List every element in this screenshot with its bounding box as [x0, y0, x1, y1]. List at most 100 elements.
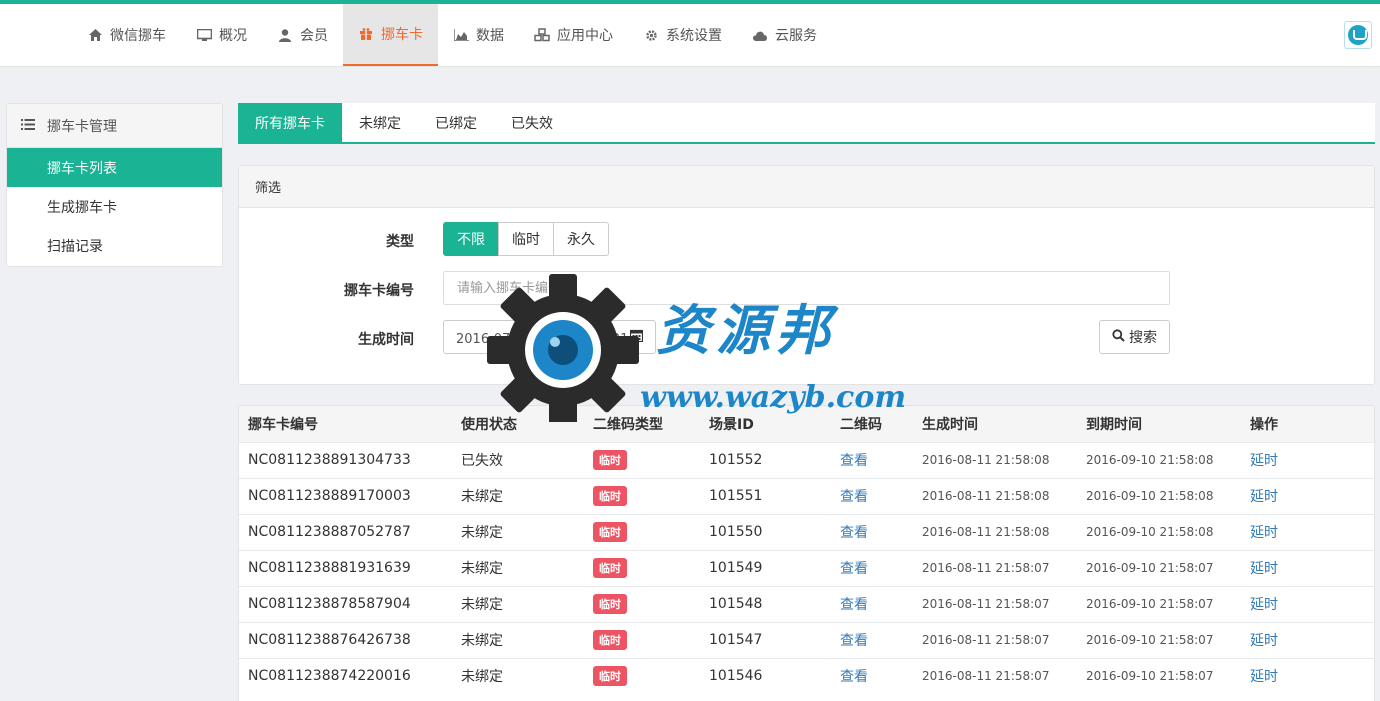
table-cell: 未绑定: [452, 657, 584, 694]
gear-icon: [643, 28, 659, 42]
table-row: NC0811238891304733 已失效 临时 101552 查看 2016-08-1…: [239, 441, 1374, 478]
table-cell: 2016-08-11 21:58:08: [913, 477, 1077, 514]
date-range-picker[interactable]: 2016-07-10 至 2016-08-21: [443, 320, 656, 354]
card-number-input[interactable]: [443, 271, 1170, 305]
tab-unbound[interactable]: 未绑定: [342, 103, 418, 142]
cell-qr-type: 临时: [593, 666, 627, 687]
nav-item-members[interactable]: 会员: [262, 4, 343, 66]
table-cell: NC0811238878587904: [239, 585, 452, 622]
cell-created-time: 2016-08-11 21:58:07: [922, 669, 1050, 684]
table-cell: 临时: [584, 549, 700, 586]
extend-link[interactable]: 延时: [1250, 561, 1278, 577]
table-cell: 2016-09-10 21:58:07: [1077, 621, 1241, 658]
type-option-any[interactable]: 不限: [443, 222, 499, 256]
nav-item-system-settings[interactable]: 系统设置: [628, 4, 737, 66]
cell-expire-time: 2016-09-10 21:58:08: [1086, 489, 1214, 503]
monitor-icon: [196, 28, 212, 42]
card-table: 挪车卡编号 使用状态 二维码类型 场景ID 二维码 生成时间 到期时间 操作 N…: [238, 405, 1375, 701]
gift-icon: [358, 27, 374, 41]
cell-scene-id: 101546: [709, 668, 763, 685]
table-cell: 查看: [831, 513, 913, 550]
tab-bound[interactable]: 已绑定: [418, 103, 494, 142]
table-row: NC0811238887052787 未绑定 临时 101550 查看 2016-08-1…: [239, 513, 1374, 550]
nav-item-weixin-nuoche[interactable]: 微信挪车: [72, 4, 181, 66]
table-cell: 2016-09-10 21:58:07: [1077, 657, 1241, 694]
table-cell: 查看: [831, 549, 913, 586]
sidebar-item-generate-card[interactable]: 生成挪车卡: [7, 187, 222, 226]
extend-link[interactable]: 延时: [1250, 525, 1278, 541]
nav-item-label: 微信挪车: [110, 28, 166, 44]
search-button-label: 搜索: [1129, 330, 1157, 346]
view-qr-link[interactable]: 查看: [840, 561, 868, 577]
extend-link[interactable]: 延时: [1250, 669, 1278, 685]
type-option-temporary[interactable]: 临时: [498, 222, 554, 256]
cell-status: 未绑定: [461, 561, 503, 577]
view-qr-link[interactable]: 查看: [840, 633, 868, 649]
nav-item-app-center[interactable]: 应用中心: [519, 4, 628, 66]
view-qr-link[interactable]: 查看: [840, 669, 868, 685]
nav-item-label: 系统设置: [666, 28, 722, 44]
tab-all-cards[interactable]: 所有挪车卡: [238, 103, 342, 142]
col-header-status: 使用状态: [452, 406, 584, 442]
table-cell: 延时: [1241, 477, 1374, 514]
date-range-value: 2016-07-10 至 2016-08-21: [456, 331, 629, 347]
view-qr-link[interactable]: 查看: [840, 597, 868, 613]
table-cell: 延时: [1241, 549, 1374, 586]
col-header-qr-type: 二维码类型: [584, 406, 700, 442]
cell-status: 未绑定: [461, 669, 503, 686]
extend-link[interactable]: 延时: [1250, 489, 1278, 505]
nav-item-nuoche-card[interactable]: 挪车卡: [343, 4, 438, 66]
extend-link[interactable]: 延时: [1250, 633, 1278, 649]
cubes-icon: [534, 28, 550, 42]
cell-created-time: 2016-08-11 21:58:08: [922, 489, 1050, 503]
cell-qr-type: 临时: [593, 450, 627, 470]
table-cell: 2016-08-11 21:58:07: [913, 585, 1077, 622]
table-cell: 查看: [831, 477, 913, 514]
search-button[interactable]: 搜索: [1099, 320, 1170, 354]
table-cell: NC0811238881931639: [239, 549, 452, 586]
extend-link[interactable]: 延时: [1250, 597, 1278, 613]
card-number-label: 挪车卡编号: [344, 283, 414, 299]
table-cell: 101551: [700, 477, 831, 514]
table-cell: 2016-08-11 21:58:07: [913, 621, 1077, 658]
cell-card-number: NC0811238878587904: [248, 596, 411, 612]
table-cell: 2016-09-10 21:58:07: [1077, 549, 1241, 586]
table-cell: 2016-09-10 21:58:08: [1077, 441, 1241, 478]
cloud-icon: [752, 28, 768, 42]
table-cell: 延时: [1241, 513, 1374, 550]
cell-card-number: NC0811238889170003: [248, 488, 411, 504]
view-qr-link[interactable]: 查看: [840, 489, 868, 505]
table-cell: 101547: [700, 621, 831, 658]
sidebar-item-card-list[interactable]: 挪车卡列表: [7, 148, 222, 187]
cell-qr-type: 临时: [593, 486, 627, 506]
nav-item-label: 概况: [219, 28, 247, 44]
table-row: NC0811238878587904 未绑定 临时 101548 查看 2016-08-1…: [239, 585, 1374, 622]
extend-link[interactable]: 延时: [1250, 453, 1278, 469]
table-cell: 查看: [831, 621, 913, 658]
tab-expired[interactable]: 已失效: [494, 103, 570, 142]
table-cell: NC0811238876426738: [239, 621, 452, 658]
cell-scene-id: 101550: [709, 524, 763, 540]
table-cell: 未绑定: [452, 585, 584, 622]
table-cell: 101548: [700, 585, 831, 622]
nav-item-data[interactable]: 数据: [438, 4, 519, 66]
type-option-permanent[interactable]: 永久: [553, 222, 609, 256]
sidebar-item-label: 挪车卡列表: [47, 160, 117, 177]
sidebar-item-scan-records[interactable]: 扫描记录: [7, 226, 222, 265]
cell-card-number: NC0811238891304733: [248, 452, 411, 468]
table-cell: 2016-08-11 21:58:07: [913, 657, 1077, 694]
search-icon: [1112, 328, 1125, 346]
app-logo-button[interactable]: [1344, 21, 1372, 49]
main-nav: 微信挪车 概况 会员 挪车卡 数据 应用中心 系统设置 云服务: [72, 4, 832, 66]
col-header-created: 生成时间: [913, 406, 1077, 442]
table-cell: 延时: [1241, 621, 1374, 658]
table-cell: NC0811238889170003: [239, 477, 452, 514]
nav-item-label: 会员: [300, 28, 328, 44]
table-cell: 101546: [700, 657, 831, 694]
created-time-label: 生成时间: [358, 332, 414, 348]
nav-item-overview[interactable]: 概况: [181, 4, 262, 66]
view-qr-link[interactable]: 查看: [840, 525, 868, 541]
table-cell: 查看: [831, 585, 913, 622]
view-qr-link[interactable]: 查看: [840, 453, 868, 469]
nav-item-cloud-service[interactable]: 云服务: [737, 4, 832, 66]
